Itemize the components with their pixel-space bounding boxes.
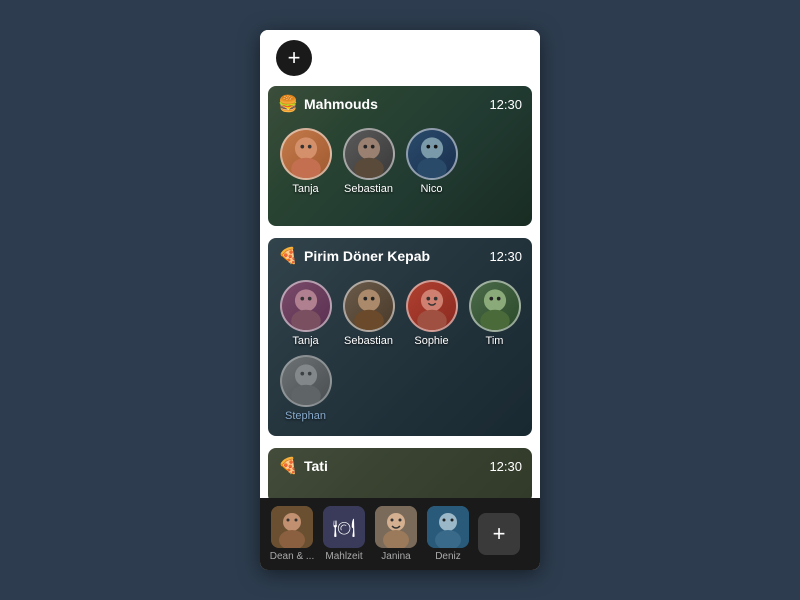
bottom-avatar-dean (271, 506, 313, 548)
avatar-sophie[interactable]: Sophie (404, 280, 459, 347)
avatar-name-tanja-2: Tanja (292, 335, 318, 347)
tati-icon: 🍕 (278, 456, 298, 476)
avatar-circle-tanja-1 (280, 128, 332, 180)
card-mahmouds[interactable]: 🍔 Mahmouds 12:30 Tanja (268, 86, 532, 226)
bottom-avatar-mahlzeit: 🍽 (323, 506, 365, 548)
bottom-avatar-janina (375, 506, 417, 548)
svg-text:🍽: 🍽 (333, 518, 356, 538)
avatar-circle-tanja-2 (280, 280, 332, 332)
bottom-label-dean: Dean & ... (270, 551, 314, 562)
card-content-pirim: 🍕 Pirim Döner Kepab 12:30 Tanja (268, 238, 532, 436)
avatar-circle-nico (406, 128, 458, 180)
avatar-name-tanja-1: Tanja (292, 183, 318, 195)
avatar-nico[interactable]: Nico (404, 128, 459, 195)
avatar-stephan[interactable]: Stephan (278, 355, 333, 422)
avatar-circle-sophie (406, 280, 458, 332)
avatar-tanja-2[interactable]: Tanja (278, 280, 333, 347)
bottom-item-dean[interactable]: Dean & ... (268, 506, 316, 562)
card-pirim[interactable]: 🍕 Pirim Döner Kepab 12:30 Tanja (268, 238, 532, 436)
avatar-circle-sebastian-1 (343, 128, 395, 180)
bottom-label-deniz: Deniz (435, 551, 461, 562)
bottom-item-mahlzeit[interactable]: 🍽 Mahlzeit (320, 506, 368, 562)
card-header-tati: 🍕 Tati 12:30 (278, 456, 522, 476)
bottom-label-janina: Janina (381, 551, 410, 562)
card-title-row: 🍔 Mahmouds (278, 94, 378, 114)
pirim-time: 12:30 (489, 249, 522, 264)
mahmouds-icon: 🍔 (278, 94, 298, 114)
avatar-tim[interactable]: Tim (467, 280, 522, 347)
avatar-circle-tim (469, 280, 521, 332)
avatar-name-tim: Tim (486, 335, 504, 347)
avatar-name-sebastian-2: Sebastian (344, 335, 393, 347)
card-header-mahmouds: 🍔 Mahmouds 12:30 (278, 94, 522, 114)
avatar-tanja-1[interactable]: Tanja (278, 128, 333, 195)
tati-title: Tati (304, 458, 328, 474)
bottom-item-janina[interactable]: Janina (372, 506, 420, 562)
pirim-title: Pirim Döner Kepab (304, 248, 430, 264)
bottom-avatar-deniz (427, 506, 469, 548)
card-tati[interactable]: 🍕 Tati 12:30 (268, 448, 532, 498)
avatar-sebastian-2[interactable]: Sebastian (341, 280, 396, 347)
bottom-item-deniz[interactable]: Deniz (424, 506, 472, 562)
bottom-nav-bar: Dean & ... 🍽 Mahlzeit Janina Deniz + (260, 498, 540, 570)
card-content-mahmouds: 🍔 Mahmouds 12:30 Tanja (268, 86, 532, 209)
pirim-avatars: Tanja Sebastian Sophie (278, 276, 522, 428)
avatar-name-sophie: Sophie (414, 335, 448, 347)
tati-title-row: 🍕 Tati (278, 456, 328, 476)
avatar-sebastian-1[interactable]: Sebastian (341, 128, 396, 195)
pirim-title-row: 🍕 Pirim Döner Kepab (278, 246, 430, 266)
mahmouds-avatars: Tanja Sebastian Nico (278, 124, 522, 201)
avatar-name-nico: Nico (420, 183, 442, 195)
bottom-add-button[interactable]: + (478, 513, 520, 555)
avatar-circle-stephan (280, 355, 332, 407)
bottom-label-mahlzeit: Mahlzeit (325, 551, 362, 562)
top-bar: + (260, 30, 540, 82)
scroll-area: 🍔 Mahmouds 12:30 Tanja (260, 82, 540, 498)
tati-time: 12:30 (489, 459, 522, 474)
card-header-pirim: 🍕 Pirim Döner Kepab 12:30 (278, 246, 522, 266)
avatar-name-stephan: Stephan (285, 410, 326, 422)
add-event-button[interactable]: + (276, 40, 312, 76)
avatar-name-sebastian-1: Sebastian (344, 183, 393, 195)
mahmouds-time: 12:30 (489, 97, 522, 112)
card-content-tati: 🍕 Tati 12:30 (268, 448, 532, 494)
phone-container: + 🍔 Mahmouds 12:30 (260, 30, 540, 570)
mahmouds-title: Mahmouds (304, 96, 378, 112)
pirim-icon: 🍕 (278, 246, 298, 266)
avatar-circle-sebastian-2 (343, 280, 395, 332)
